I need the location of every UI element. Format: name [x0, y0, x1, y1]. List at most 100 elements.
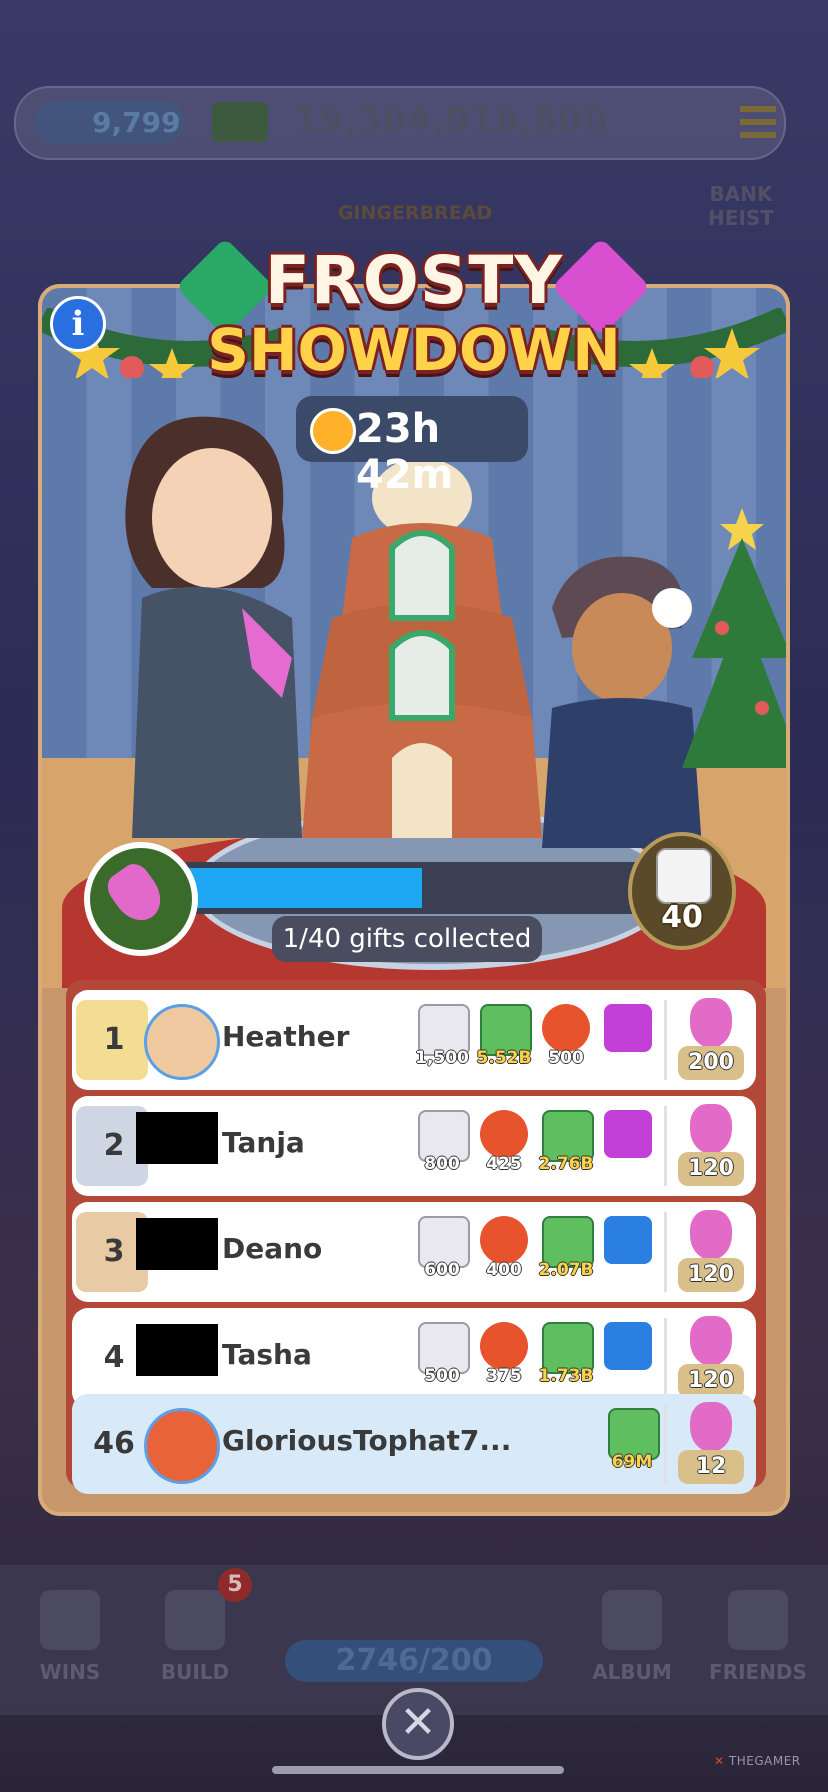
- player-name: Tanja: [222, 1126, 305, 1159]
- divider: [664, 1404, 667, 1484]
- nav-build-label: BUILD: [160, 1660, 230, 1684]
- player-name: Heather: [222, 1020, 350, 1053]
- points-value: 12: [678, 1450, 744, 1484]
- boost-icon: [480, 1322, 528, 1370]
- reward-list: 600 400 2.07B: [412, 1212, 662, 1292]
- points-value: 120: [678, 1364, 744, 1398]
- leaderboard-row[interactable]: 3 Deano 600 400 2.07B 120: [72, 1202, 756, 1302]
- points-value: 120: [678, 1152, 744, 1186]
- censored-avatar: [136, 1218, 218, 1270]
- boost-icon: [542, 1004, 590, 1052]
- reward-amount: 1.73B: [538, 1366, 594, 1386]
- gems-counter: 9,799: [34, 100, 184, 144]
- stopwatch-icon: [310, 408, 356, 454]
- build-progress-pill: 2746/200: [285, 1640, 543, 1682]
- rank-number: 2: [103, 1128, 125, 1163]
- divider: [664, 1318, 667, 1398]
- gifts-collected-text: 1/40 gifts collected: [272, 916, 542, 962]
- sticker-pink-icon: [604, 1004, 652, 1052]
- player-name: Tasha: [222, 1338, 312, 1371]
- event-title-line1: FROSTY: [264, 242, 564, 319]
- rank-number: 3: [103, 1234, 125, 1269]
- cash-icon: [212, 102, 268, 142]
- reward-list: 500 375 1.73B: [412, 1318, 662, 1398]
- piping-bag-icon: [690, 998, 732, 1048]
- event-title-line2: SHOWDOWN: [207, 316, 621, 384]
- info-button[interactable]: i: [50, 296, 106, 352]
- reward-item: 425: [474, 1106, 534, 1186]
- divider: [664, 1212, 667, 1292]
- sticker-blue-icon: [604, 1322, 652, 1370]
- player-name: Deano: [222, 1232, 323, 1265]
- points-badge: 200: [676, 996, 746, 1084]
- reward-item: 500: [536, 1000, 596, 1080]
- rank-number: 46: [93, 1426, 135, 1461]
- reward-item: 800: [412, 1106, 472, 1186]
- rank-number: 1: [103, 1022, 125, 1057]
- points-badge: 120: [676, 1314, 746, 1402]
- friends-icon: [728, 1590, 788, 1650]
- avatar: [144, 1408, 220, 1484]
- christmas-tree-icon: [682, 508, 786, 768]
- avatar: [144, 1004, 220, 1080]
- nav-build: BUILD: [145, 1590, 245, 1700]
- reward-item: 1.73B: [536, 1318, 596, 1398]
- home-indicator: [272, 1766, 564, 1774]
- nav-wins: WINS: [20, 1590, 120, 1700]
- reward-item: 375: [474, 1318, 534, 1398]
- piping-bag-icon: [101, 858, 171, 930]
- piping-bag-icon: [690, 1402, 732, 1452]
- build-badge: 5: [218, 1568, 252, 1602]
- reward-item: 1,500: [412, 1000, 472, 1080]
- points-badge: 12: [676, 1400, 746, 1488]
- reward-list: 800 425 2.76B: [412, 1106, 662, 1186]
- piping-bag-icon: [690, 1210, 732, 1260]
- piping-bag-icon: [690, 1316, 732, 1366]
- points-value: 120: [678, 1258, 744, 1292]
- close-button[interactable]: ✕: [382, 1688, 454, 1760]
- reward-amount: 2.76B: [538, 1154, 594, 1174]
- reward-amount: 2.07B: [538, 1260, 594, 1280]
- reward-list: 1,500 5.52B 500: [412, 1000, 662, 1080]
- reward-amount: 69M: [611, 1452, 653, 1472]
- piping-bag-icon: [690, 1104, 732, 1154]
- timer-text: 23h 42m: [356, 406, 454, 498]
- boost-icon: [480, 1216, 528, 1264]
- reward-item: 600: [412, 1212, 472, 1292]
- rank-number: 4: [103, 1340, 125, 1375]
- leaderboard-row[interactable]: 4 Tasha 500 375 1.73B 120: [72, 1308, 756, 1408]
- divider: [664, 1000, 667, 1080]
- nav-friends: FRIENDS: [708, 1590, 808, 1700]
- leaderboard-row-self[interactable]: 46 GloriousTophat7... 69M 12: [72, 1394, 756, 1494]
- reward-item: [598, 1318, 658, 1398]
- build-icon: [165, 1590, 225, 1650]
- event-title: FROSTY SHOWDOWN: [188, 228, 640, 388]
- menu-icon: [740, 106, 776, 140]
- reward-item: 5.52B: [474, 1000, 534, 1080]
- reward-item: [598, 1106, 658, 1186]
- reward-item: 2.76B: [536, 1106, 596, 1186]
- reward-item: 400: [474, 1212, 534, 1292]
- nav-wins-label: WINS: [39, 1660, 101, 1684]
- censored-avatar: [136, 1112, 218, 1164]
- watermark-text: THEGAMER: [728, 1754, 801, 1768]
- gingerbread-label: GINGERBREAD: [337, 202, 493, 224]
- event-timer: 23h 42m: [296, 396, 528, 498]
- leaderboard-row[interactable]: 2 Tanja 800 425 2.76B 120: [72, 1096, 756, 1196]
- sticker-blue-icon: [604, 1216, 652, 1264]
- bank-heist-label: BANK HEIST: [708, 182, 774, 230]
- reward-item: [598, 1212, 658, 1292]
- dice-reward-count: 40: [661, 900, 703, 935]
- wins-icon: [40, 1590, 100, 1650]
- leaderboard-row[interactable]: 1 Heather 1,500 5.52B 500 200: [72, 990, 756, 1090]
- points-value: 200: [678, 1046, 744, 1080]
- nav-album-label: ALBUM: [592, 1660, 672, 1684]
- watermark: ✕ THEGAMER: [714, 1754, 801, 1768]
- sticker-pink-icon: [604, 1110, 652, 1158]
- boost-icon: [480, 1110, 528, 1158]
- points-badge: 120: [676, 1102, 746, 1190]
- reward-item: [598, 1000, 658, 1080]
- nav-album: ALBUM: [582, 1590, 682, 1700]
- reward-item: 2.07B: [536, 1212, 596, 1292]
- reward-list: 69M: [412, 1404, 662, 1484]
